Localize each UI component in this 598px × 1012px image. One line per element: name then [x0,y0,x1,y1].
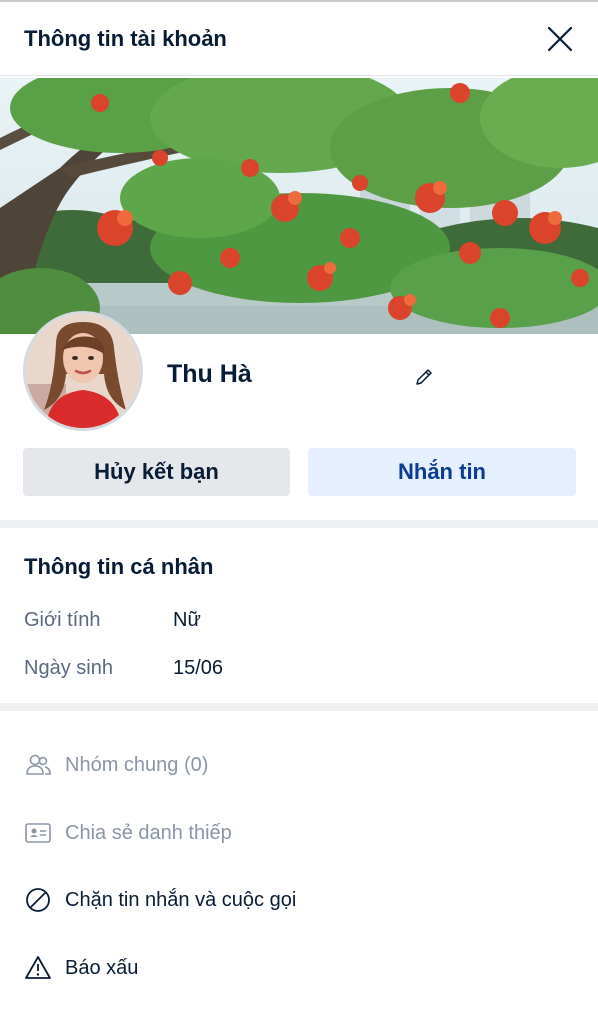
gender-label: Giới tính [24,609,101,631]
contact-card-icon [24,819,52,847]
birthday-label: Ngày sinh [24,657,113,679]
share-contact-item[interactable]: Chia sẻ danh thiếp [24,817,232,849]
section-divider [0,703,598,711]
group-icon [24,751,52,779]
block-label: Chặn tin nhắn và cuộc gọi [65,888,297,911]
block-icon [24,886,52,914]
profile-name-row: Thu Hà [167,360,252,389]
cover-photo [0,78,598,334]
share-contact-label: Chia sẻ danh thiếp [65,821,232,844]
profile-name: Thu Hà [167,360,252,388]
message-button[interactable]: Nhắn tin [308,448,576,496]
dialog-header: Thông tin tài khoản [0,2,598,76]
section-divider [0,520,598,528]
warning-icon [24,954,52,982]
block-item[interactable]: Chặn tin nhắn và cuộc gọi [24,884,296,916]
gender-value: Nữ [173,609,201,631]
unfriend-button[interactable]: Hủy kết bạn [23,448,290,496]
common-groups-label: Nhóm chung (0) [65,753,209,776]
report-label: Báo xấu [65,956,139,979]
dialog-title: Thông tin tài khoản [24,25,227,51]
edit-pencil-icon[interactable] [413,366,435,388]
account-info-dialog: Thông tin tài khoản Thu Hà Hủy kết bạn N… [0,0,598,1012]
common-groups-item[interactable]: Nhóm chung (0) [24,749,208,781]
close-icon[interactable] [544,23,576,55]
avatar[interactable] [23,311,143,431]
birthday-value: 15/06 [173,657,224,679]
report-item[interactable]: Báo xấu [24,952,138,984]
personal-info-title: Thông tin cá nhân [24,554,214,579]
